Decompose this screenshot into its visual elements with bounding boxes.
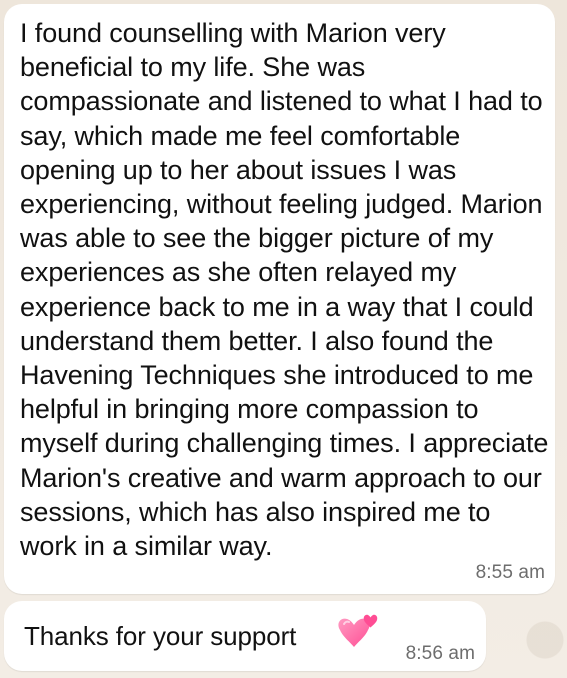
two-hearts-icon bbox=[338, 614, 378, 647]
message-timestamp: 8:56 am bbox=[405, 643, 475, 664]
message-text: I found counselling with Marion very ben… bbox=[20, 18, 549, 562]
message-timestamp: 8:55 am bbox=[475, 562, 545, 583]
incoming-message-bubble[interactable]: I found counselling with Marion very ben… bbox=[4, 4, 555, 594]
message-text: Thanks for your support bbox=[24, 621, 297, 651]
two-hearts-icon bbox=[334, 613, 378, 653]
incoming-message-bubble[interactable]: Thanks for your support 8:56 am bbox=[4, 601, 486, 671]
